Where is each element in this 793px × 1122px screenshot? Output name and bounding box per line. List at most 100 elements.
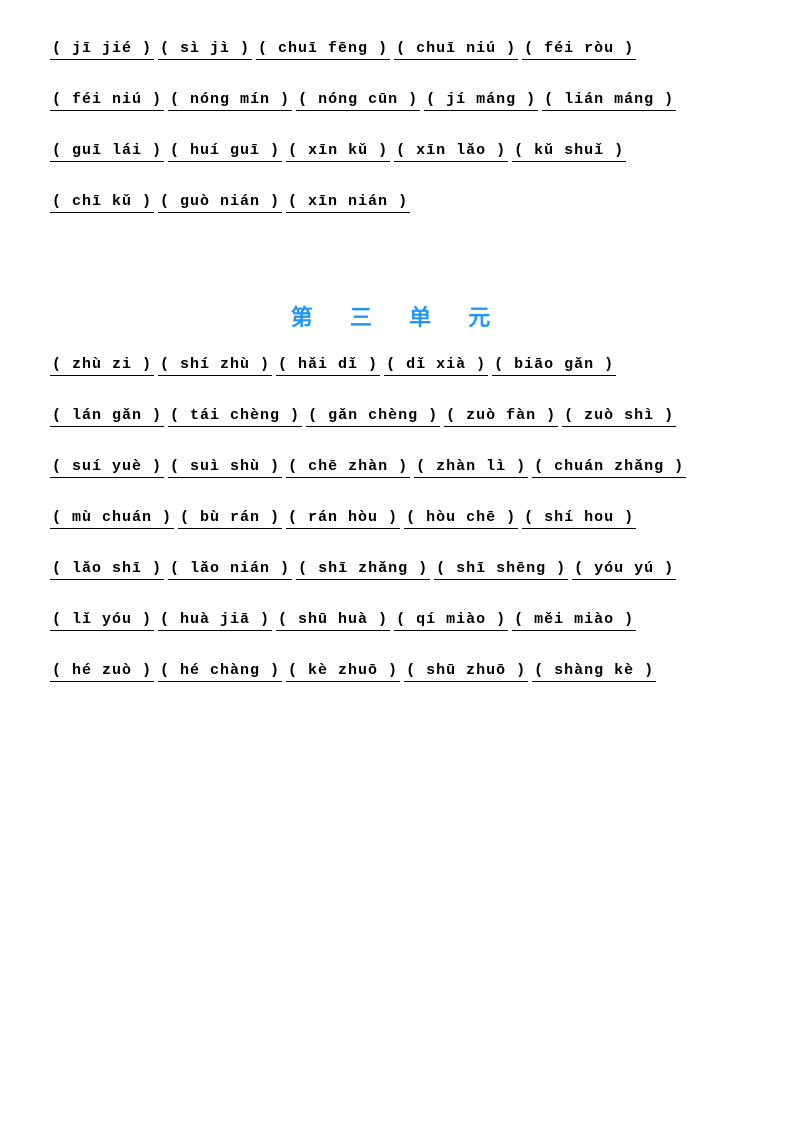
phrase: ( chuán zhǎng ) <box>532 458 686 481</box>
phrase-text: ( guò nián ) <box>158 193 282 213</box>
section-two-header: 第 三 单 元 <box>50 300 743 332</box>
phrase: ( rán hòu ) <box>286 509 400 532</box>
phrase: ( shū huà ) <box>276 611 390 634</box>
phrase: ( suí yuè ) <box>50 458 164 481</box>
line-2: ( féi niú )( nóng mín )( nóng cūn )( jí … <box>50 91 743 114</box>
phrase: ( gǎn chèng ) <box>306 407 440 430</box>
phrase: ( nóng mín ) <box>168 91 292 114</box>
phrase: ( mù chuán ) <box>50 509 174 532</box>
phrase: ( zuò shì ) <box>562 407 676 430</box>
line-4: ( chī kǔ )( guò nián )( xīn nián ) <box>50 193 743 216</box>
phrase: ( bù rán ) <box>178 509 282 532</box>
phrase-text: ( lán gǎn ) <box>50 407 164 427</box>
phrase-text: ( xīn kǔ ) <box>286 142 390 162</box>
phrase: ( lián máng ) <box>542 91 676 114</box>
phrase: ( měi miào ) <box>512 611 636 634</box>
phrase-text: ( chuī niú ) <box>394 40 518 60</box>
phrase-text: ( lián máng ) <box>542 91 676 111</box>
section-two: ( zhù zi )( shí zhù )( hǎi dǐ )( dǐ xià … <box>50 356 743 685</box>
phrase-text: ( kǔ shuǐ ) <box>512 142 626 162</box>
phrase-text: ( kè zhuō ) <box>286 662 400 682</box>
phrase-text: ( xīn nián ) <box>286 193 410 213</box>
phrase: ( chuī niú ) <box>394 40 518 63</box>
phrase: ( xīn lǎo ) <box>394 142 508 165</box>
phrase-text: ( chuī fēng ) <box>256 40 390 60</box>
phrase: ( dǐ xià ) <box>384 356 488 379</box>
line-s2-3: ( suí yuè )( suì shù )( chē zhàn )( zhàn… <box>50 458 743 481</box>
line-s2-6: ( lǐ yóu )( huà jiā )( shū huà )( qí mià… <box>50 611 743 634</box>
phrase: ( zhàn lì ) <box>414 458 528 481</box>
line-s2-7: ( hé zuò )( hé chàng )( kè zhuō )( shū z… <box>50 662 743 685</box>
phrase-text: ( mù chuán ) <box>50 509 174 529</box>
phrase: ( yóu yú ) <box>572 560 676 583</box>
phrase-text: ( shī zhǎng ) <box>296 560 430 580</box>
phrase-text: ( hòu chē ) <box>404 509 518 529</box>
phrase-text: ( yóu yú ) <box>572 560 676 580</box>
phrase-text: ( shī shēng ) <box>434 560 568 580</box>
phrase: ( hòu chē ) <box>404 509 518 532</box>
phrase: ( hé chàng ) <box>158 662 282 685</box>
phrase: ( jí máng ) <box>424 91 538 114</box>
phrase: ( shī zhǎng ) <box>296 560 430 583</box>
phrase: ( kǔ shuǐ ) <box>512 142 626 165</box>
phrase: ( suì shù ) <box>168 458 282 481</box>
phrase-text: ( xīn lǎo ) <box>394 142 508 162</box>
phrase: ( guī lái ) <box>50 142 164 165</box>
phrase: ( shí zhù ) <box>158 356 272 379</box>
phrase-text: ( shí hou ) <box>522 509 636 529</box>
phrase: ( lán gǎn ) <box>50 407 164 430</box>
phrase: ( sì jì ) <box>158 40 252 63</box>
phrase: ( hé zuò ) <box>50 662 154 685</box>
phrase-text: ( zuò shì ) <box>562 407 676 427</box>
phrase: ( xīn nián ) <box>286 193 410 216</box>
phrase-text: ( chuán zhǎng ) <box>532 458 686 478</box>
phrase-text: ( lǎo shī ) <box>50 560 164 580</box>
line-s2-2: ( lán gǎn )( tái chèng )( gǎn chèng )( z… <box>50 407 743 430</box>
phrase-text: ( zhàn lì ) <box>414 458 528 478</box>
phrase-text: ( nóng cūn ) <box>296 91 420 111</box>
phrase-text: ( qí miào ) <box>394 611 508 631</box>
phrase: ( féi niú ) <box>50 91 164 114</box>
phrase: ( zuò fàn ) <box>444 407 558 430</box>
phrase-text: ( féi niú ) <box>50 91 164 111</box>
phrase: ( hǎi dǐ ) <box>276 356 380 379</box>
phrase: ( féi ròu ) <box>522 40 636 63</box>
phrase-text: ( lǐ yóu ) <box>50 611 154 631</box>
phrase-text: ( jī jié ) <box>50 40 154 60</box>
phrase-text: ( huí guī ) <box>168 142 282 162</box>
phrase: ( huí guī ) <box>168 142 282 165</box>
phrase-text: ( shàng kè ) <box>532 662 656 682</box>
phrase: ( chī kǔ ) <box>50 193 154 216</box>
phrase: ( chuī fēng ) <box>256 40 390 63</box>
phrase-text: ( gǎn chèng ) <box>306 407 440 427</box>
phrase-text: ( bù rán ) <box>178 509 282 529</box>
line-s2-5: ( lǎo shī )( lǎo nián )( shī zhǎng )( sh… <box>50 560 743 583</box>
phrase: ( chē zhàn ) <box>286 458 410 481</box>
phrase: ( shī shēng ) <box>434 560 568 583</box>
phrase-text: ( chī kǔ ) <box>50 193 154 213</box>
phrase-text: ( suì shù ) <box>168 458 282 478</box>
phrase-text: ( měi miào ) <box>512 611 636 631</box>
phrase: ( lǎo shī ) <box>50 560 164 583</box>
phrase-text: ( jí máng ) <box>424 91 538 111</box>
phrase: ( guò nián ) <box>158 193 282 216</box>
phrase-text: ( shū zhuō ) <box>404 662 528 682</box>
line-1: ( jī jié )( sì jì )( chuī fēng )( chuī n… <box>50 40 743 63</box>
phrase-text: ( nóng mín ) <box>168 91 292 111</box>
phrase: ( lǎo nián ) <box>168 560 292 583</box>
phrase-text: ( sì jì ) <box>158 40 252 60</box>
phrase: ( zhù zi ) <box>50 356 154 379</box>
phrase-text: ( guī lái ) <box>50 142 164 162</box>
phrase: ( shàng kè ) <box>532 662 656 685</box>
line-s2-1: ( zhù zi )( shí zhù )( hǎi dǐ )( dǐ xià … <box>50 356 743 379</box>
phrase-text: ( chē zhàn ) <box>286 458 410 478</box>
phrase: ( jī jié ) <box>50 40 154 63</box>
phrase-text: ( shí zhù ) <box>158 356 272 376</box>
phrase-text: ( rán hòu ) <box>286 509 400 529</box>
phrase: ( qí miào ) <box>394 611 508 634</box>
phrase: ( lǐ yóu ) <box>50 611 154 634</box>
phrase: ( huà jiā ) <box>158 611 272 634</box>
phrase-text: ( biāo gǎn ) <box>492 356 616 376</box>
phrase-text: ( zuò fàn ) <box>444 407 558 427</box>
phrase: ( shí hou ) <box>522 509 636 532</box>
